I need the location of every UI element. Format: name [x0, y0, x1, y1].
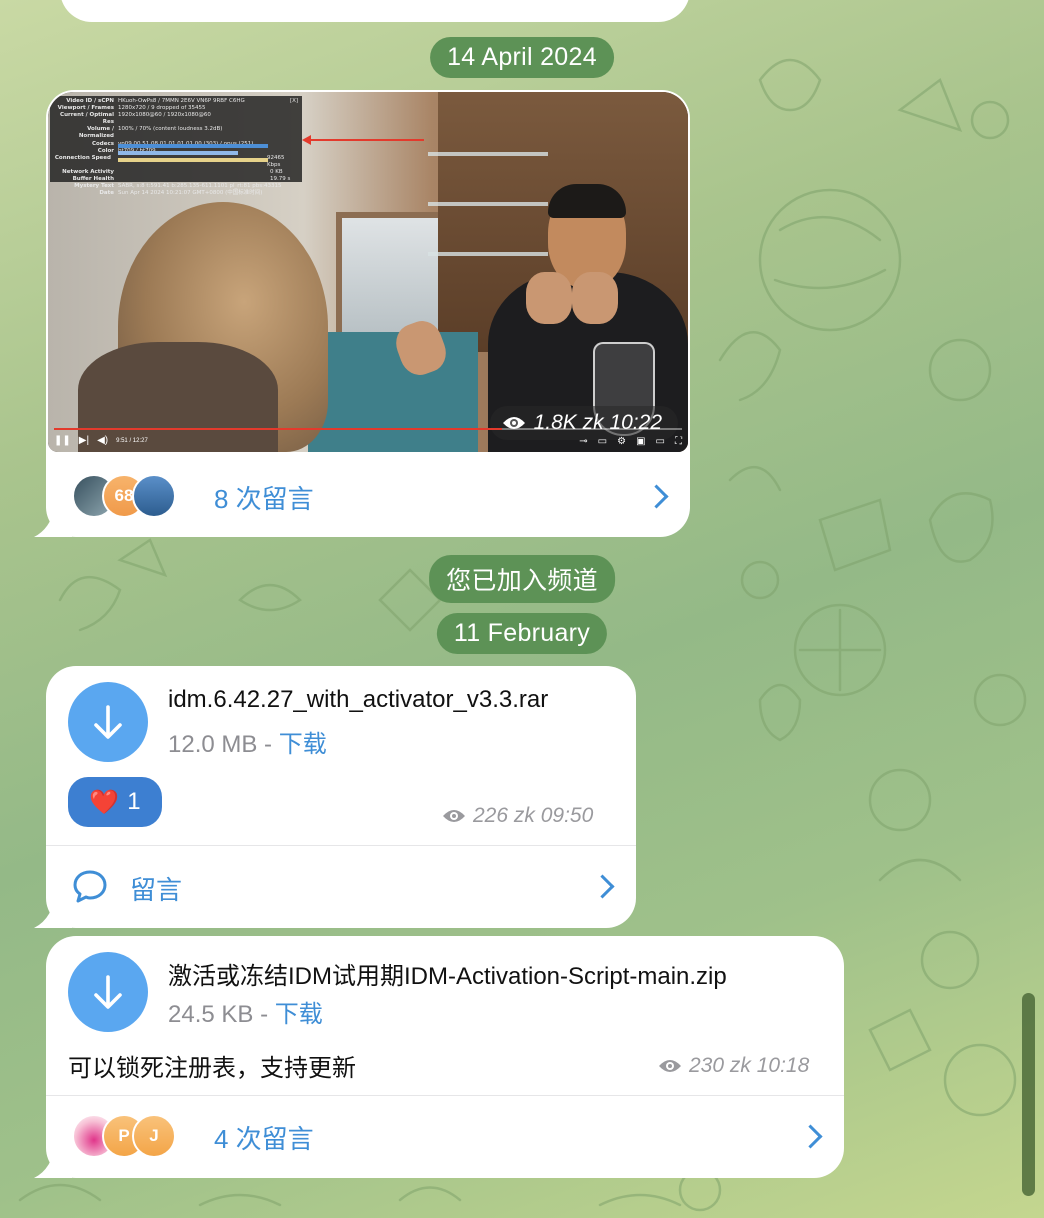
download-button[interactable] — [68, 952, 148, 1032]
volume-icon[interactable]: ◀) — [97, 436, 108, 446]
reaction-count: 1 — [127, 788, 141, 815]
pause-icon[interactable]: ❚❚ — [54, 436, 71, 446]
video-controls: ❚❚ ▶| ◀) 9:51 / 12:27 ⊸ ▭ ⚙ ▣ ▭ ⛶ — [54, 434, 682, 448]
scrollbar[interactable] — [1022, 993, 1035, 1196]
red-arrow-head — [302, 135, 311, 145]
leave-comment-link[interactable]: 留言 — [130, 870, 182, 907]
divider — [46, 845, 636, 846]
heart-icon: ❤️ — [89, 788, 120, 816]
arrow-down-icon — [94, 975, 122, 1009]
arrow-down-icon — [94, 705, 122, 739]
message-views: 226 zk 09:50 — [442, 804, 593, 828]
bubble-tail — [34, 497, 72, 537]
previous-message-bubble — [60, 0, 690, 22]
download-link[interactable]: 下载 — [279, 731, 327, 758]
avatar: J — [132, 1114, 176, 1158]
commenter-avatars: P J — [72, 1114, 176, 1158]
stats-close[interactable]: [X] — [290, 98, 298, 105]
joined-channel-notice: 您已加入频道 — [429, 555, 615, 603]
video-thumbnail[interactable]: [X] Video ID / sCPN HKuoh-OwPs8 / 7MMN 2E… — [48, 92, 688, 452]
eye-icon — [443, 810, 465, 822]
eye-icon — [659, 1060, 681, 1072]
divider — [46, 1095, 844, 1096]
comments-count-link[interactable]: 8 次留言 — [214, 479, 314, 516]
comments-count-link[interactable]: 4 次留言 — [214, 1119, 314, 1156]
message-views: 230 zk 10:18 — [658, 1054, 809, 1078]
comment-bubble-icon[interactable] — [72, 868, 108, 904]
file-meta: 24.5 KB - 下载 — [168, 1001, 323, 1028]
captions-icon[interactable]: ▭ — [598, 436, 607, 447]
stats-for-nerds-overlay: [X] Video ID / sCPN HKuoh-OwPs8 / 7MMN 2E… — [50, 96, 302, 196]
date-separator: 11 February — [436, 613, 608, 654]
next-icon[interactable]: ▶| — [79, 436, 89, 446]
file-meta: 12.0 MB - 下载 — [168, 731, 327, 758]
settings-gear-icon[interactable]: ⚙ — [617, 436, 626, 447]
video-time: 9:51 / 12:27 — [116, 438, 148, 444]
file-name[interactable]: idm.6.42.27_with_activator_v3.3.rar — [168, 686, 548, 714]
message-caption: 可以锁死注册表，支持更新 — [68, 1055, 356, 1082]
download-button[interactable] — [68, 682, 148, 762]
bubble-tail — [34, 1138, 72, 1178]
avatar — [132, 474, 176, 518]
fullscreen-icon[interactable]: ⛶ — [675, 436, 682, 447]
heart-reaction-chip[interactable]: ❤️ 1 — [68, 777, 162, 827]
file-size: 24.5 KB — [168, 1001, 254, 1028]
file-name[interactable]: 激活或冻结IDM试用期IDM-Activation-Script-main.zi… — [168, 956, 727, 991]
file-size: 12.0 MB — [168, 731, 258, 758]
bubble-tail — [34, 888, 72, 928]
commenter-avatars: 68 — [72, 474, 176, 518]
download-link[interactable]: 下载 — [275, 1001, 323, 1028]
miniplayer-icon[interactable]: ▣ — [636, 436, 645, 447]
autoplay-toggle-icon[interactable]: ⊸ — [579, 436, 587, 447]
red-arrow-annotation — [306, 139, 424, 141]
date-separator: 14 April 2024 — [430, 37, 614, 78]
theater-icon[interactable]: ▭ — [656, 436, 665, 447]
video-progress-fill — [54, 428, 502, 430]
